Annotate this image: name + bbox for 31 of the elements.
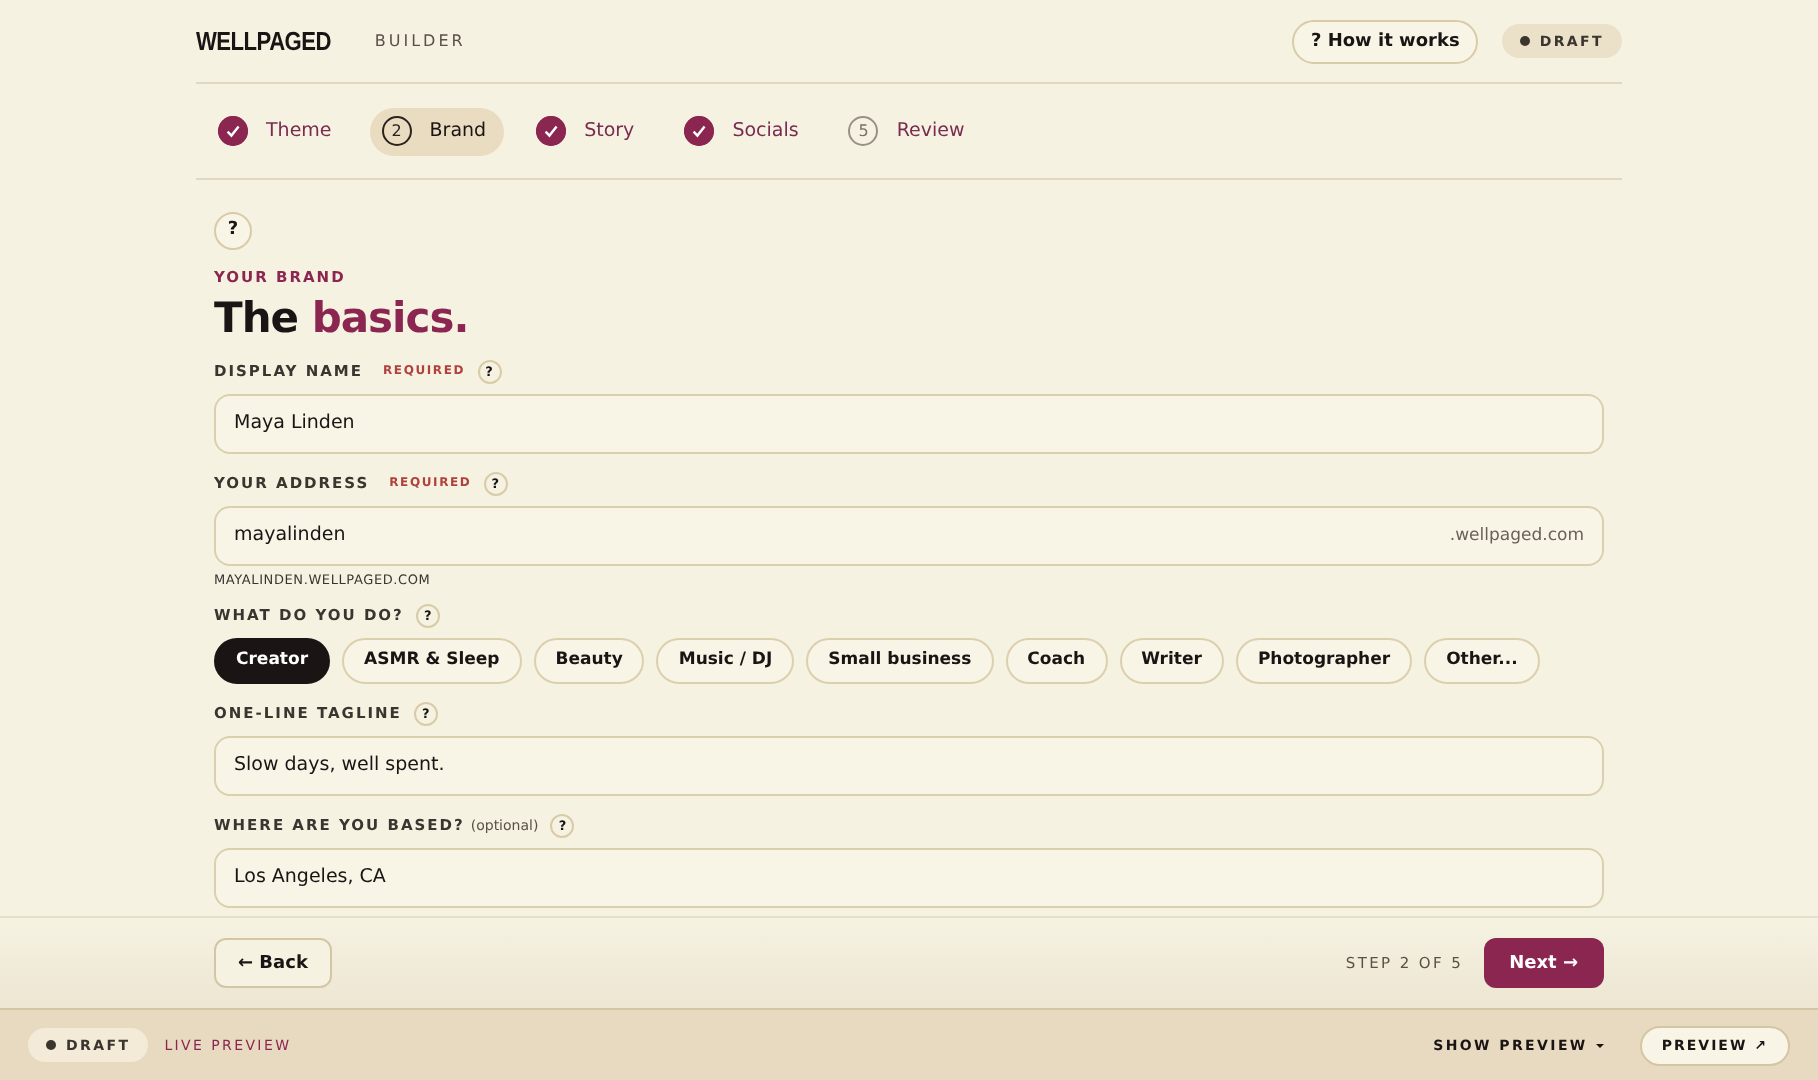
step-number: 5 <box>848 116 879 146</box>
step-number: 2 <box>381 116 412 146</box>
step-tab[interactable]: 2 Brand <box>369 107 505 155</box>
category-chip[interactable]: ASMR & Sleep <box>342 637 522 683</box>
input-field[interactable]: mayalinden .wellpaged.com <box>214 505 1604 565</box>
step-tab[interactable]: Socials <box>672 107 817 155</box>
step-tab[interactable]: Story <box>524 107 653 155</box>
category-chip[interactable]: Other... <box>1424 637 1540 683</box>
domain-suffix: .wellpaged.com <box>1449 525 1584 545</box>
category-chip[interactable]: Photographer <box>1235 637 1413 683</box>
input-field[interactable]: Maya Linden <box>214 393 1604 453</box>
input-field[interactable]: Slow days, well spent. <box>214 735 1604 795</box>
logo: WELLPAGED <box>196 26 331 56</box>
next-button[interactable]: Next → <box>1483 938 1604 988</box>
how-it-works-button[interactable]: ? How it works <box>1292 19 1478 63</box>
step-tab[interactable]: Theme <box>206 107 350 155</box>
category-chip[interactable]: Writer <box>1119 637 1224 683</box>
status-dot <box>46 1040 56 1050</box>
builder-label: BUILDER <box>374 32 466 50</box>
page-heading: The basics. <box>214 293 471 341</box>
category-chip[interactable]: Music / DJ <box>656 637 795 683</box>
status-dot <box>1519 36 1530 46</box>
back-button[interactable]: ← Back <box>214 938 332 988</box>
category-chip[interactable]: Coach <box>1005 637 1108 683</box>
input-field[interactable]: Los Angeles, CA <box>214 847 1604 907</box>
category-chip[interactable]: Beauty <box>533 637 645 683</box>
category-chip[interactable]: Creator <box>214 637 331 683</box>
category-chip[interactable]: Small business <box>806 637 994 683</box>
help-button[interactable]: ? <box>214 211 252 249</box>
caret-icon <box>1595 1043 1604 1047</box>
step-tab[interactable]: 5 Review <box>836 107 983 155</box>
